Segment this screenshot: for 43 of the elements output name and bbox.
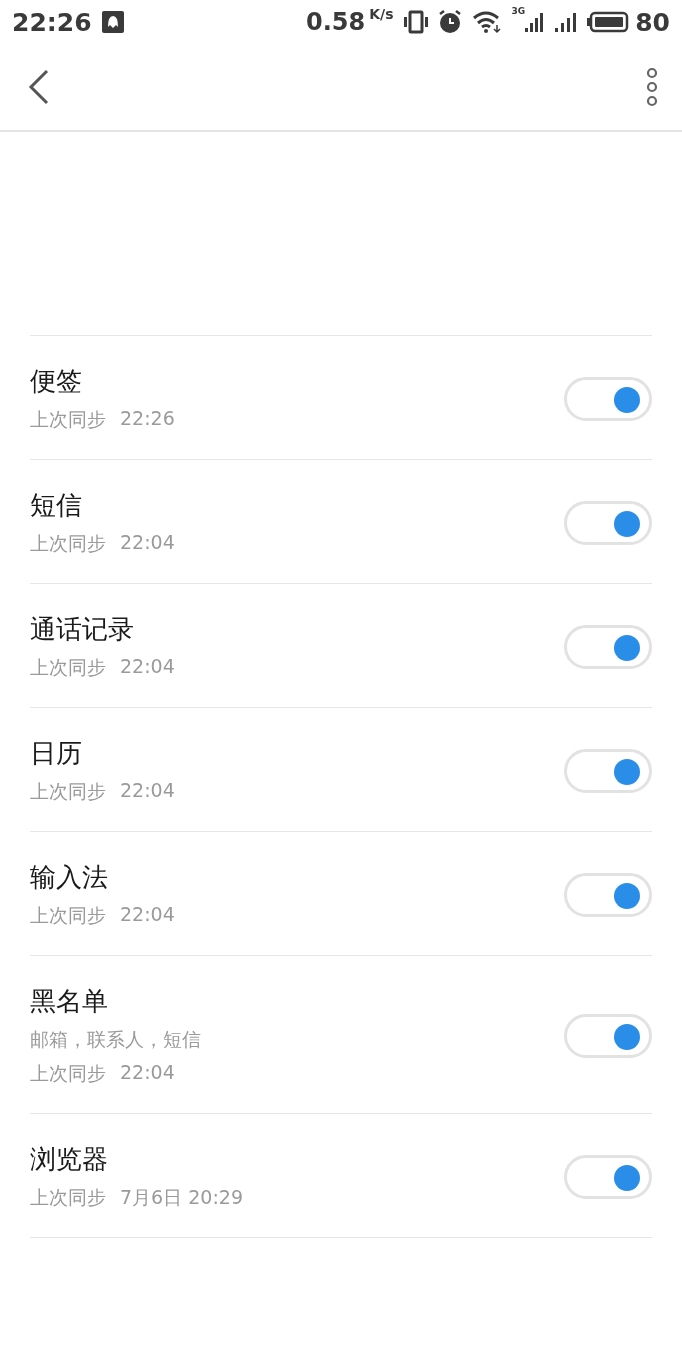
item-details: 邮箱，联系人，短信 <box>30 1027 202 1052</box>
sync-time: 22:04 <box>120 1061 175 1085</box>
signal-icon <box>525 11 546 33</box>
vibrate-icon <box>403 10 428 34</box>
sync-label: 上次同步 <box>30 407 106 432</box>
sync-toggle[interactable] <box>564 376 652 421</box>
network-type: 3G <box>511 6 526 16</box>
item-title: 日历 <box>30 737 83 770</box>
sync-label: 上次同步 <box>30 1061 106 1086</box>
clock-time: 22:26 <box>12 7 92 37</box>
network-speed: 0.58 <box>306 8 366 36</box>
item-title: 短信 <box>30 489 83 522</box>
sync-toggle[interactable] <box>564 1154 652 1199</box>
item-title: 输入法 <box>30 861 109 894</box>
battery-level: 80 <box>635 7 670 37</box>
sync-toggle[interactable] <box>564 872 652 917</box>
sync-toggle[interactable] <box>564 624 652 669</box>
sync-toggle[interactable] <box>564 748 652 793</box>
sync-time: 22:04 <box>120 655 175 679</box>
sync-toggle[interactable] <box>564 500 652 545</box>
sync-label: 上次同步 <box>30 1185 106 1210</box>
item-title: 浏览器 <box>30 1143 109 1176</box>
sync-time: 22:04 <box>120 779 175 803</box>
wifi-icon <box>471 10 502 34</box>
sync-toggle[interactable] <box>564 1013 652 1058</box>
sync-time: 22:04 <box>120 531 175 555</box>
signal-icon <box>555 11 578 33</box>
sync-time: 22:04 <box>120 903 175 927</box>
alarm-icon <box>437 10 462 34</box>
sync-time: 22:26 <box>120 407 175 431</box>
sync-label: 上次同步 <box>30 531 106 556</box>
item-title: 黑名单 <box>30 985 109 1018</box>
battery-icon <box>587 11 630 33</box>
item-title: 通话记录 <box>30 613 135 646</box>
more-icon[interactable] <box>646 67 658 107</box>
notification-icon <box>101 11 124 33</box>
sync-label: 上次同步 <box>30 655 106 680</box>
item-title: 便签 <box>30 365 83 398</box>
sync-time: 7月6日 20:29 <box>120 1185 243 1210</box>
back-icon[interactable] <box>28 69 50 105</box>
sync-label: 上次同步 <box>30 903 106 928</box>
speed-unit: K/s <box>369 6 394 22</box>
sync-label: 上次同步 <box>30 779 106 804</box>
